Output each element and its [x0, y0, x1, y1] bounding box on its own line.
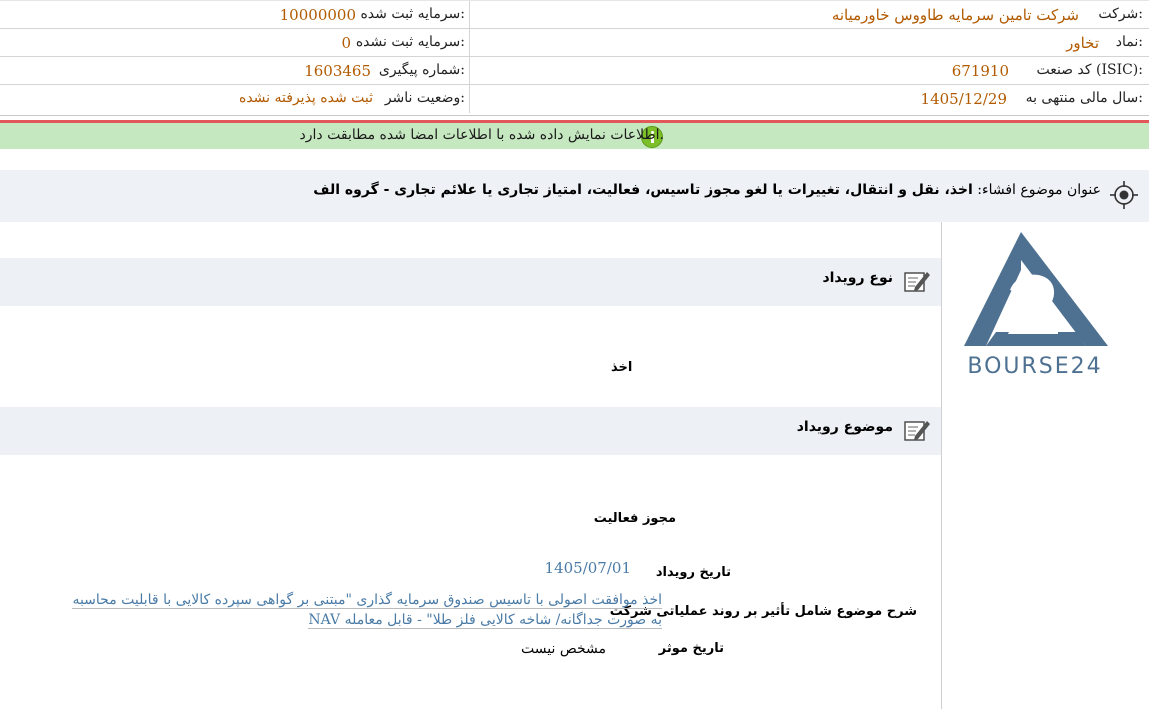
symbol-cell: نماد: تخاور [470, 29, 1149, 57]
tracking-value: 1603465 [304, 62, 371, 80]
registered-capital-value: 10000000 [279, 6, 356, 24]
publisher-status-cell: وضعیت ناشر: ثبت شده پذیرفته نشده [0, 85, 470, 113]
event-subject-section-header: موضوع رویداد [0, 407, 941, 455]
fiscal-year-value: 1405/12/29 [920, 90, 1007, 108]
publisher-status-label: وضعیت ناشر: [384, 90, 465, 106]
registered-capital-label: سرمایه ثبت شده: [360, 6, 465, 22]
isic-label: کد صنعت (ISIC): [1036, 62, 1143, 78]
info-row: نماد: تخاور سرمایه ثبت نشده: 0 [0, 28, 1149, 57]
effective-date-label: تاریخ موثر [658, 641, 724, 656]
logo-text: BOURSE24 [967, 354, 1102, 379]
event-subject-title: موضوع رویداد [796, 419, 893, 435]
bourse24-logo: BOURSE24 [964, 232, 1108, 379]
event-date-value: 1405/07/01 [544, 559, 631, 577]
company-cell: شرکت: شرکت تامین سرمایه طاووس خاورمیانه [470, 1, 1149, 29]
info-row: سال مالی منتهی به: 1405/12/29 وضعیت ناشر… [0, 84, 1149, 113]
isic-value: 671910 [951, 62, 1009, 80]
company-value: شرکت تامین سرمایه طاووس خاورمیانه [831, 6, 1079, 24]
info-row: کد صنعت (ISIC): 671910 شماره پیگیری: 160… [0, 56, 1149, 85]
event-date-label: تاریخ رویداد [655, 565, 731, 580]
description-value: اخذ موافقت اصولی با تاسیس صندوق سرمایه گ… [62, 590, 662, 630]
disclosure-subject: عنوان موضوع افشاء: اخذ، نقل و انتقال، تغ… [313, 182, 1101, 198]
notice-text: اطلاعات نمایش داده شده با اطلاعات امضا ش… [299, 127, 664, 143]
disclosure-subject-value: اخذ، نقل و انتقال، تغییرات یا لغو مجوز ت… [313, 182, 973, 198]
unregistered-capital-label: سرمایه ثبت نشده: [355, 34, 465, 50]
fiscal-year-cell: سال مالی منتهی به: 1405/12/29 [470, 85, 1149, 113]
target-icon [1110, 181, 1138, 209]
company-info-grid: شرکت: شرکت تامین سرمایه طاووس خاورمیانه … [0, 0, 1149, 116]
column-divider [941, 222, 942, 709]
symbol-value: تخاور [1066, 34, 1099, 52]
publisher-status-value: ثبت شده پذیرفته نشده [239, 90, 373, 106]
info-row: شرکت: شرکت تامین سرمایه طاووس خاورمیانه … [0, 0, 1149, 29]
event-subject-value: مجوز فعالیت [593, 511, 676, 526]
unregistered-capital-value: 0 [341, 34, 351, 52]
company-label: شرکت: [1098, 6, 1143, 22]
tracking-cell: شماره پیگیری: 1603465 [0, 57, 470, 85]
edit-note-icon [904, 421, 930, 441]
symbol-label: نماد: [1115, 34, 1143, 50]
effective-date-value: مشخص نیست [521, 641, 606, 657]
event-type-title: نوع رویداد [822, 270, 893, 286]
disclosure-subject-label: عنوان موضوع افشاء: [977, 182, 1101, 198]
description-text: اخذ موافقت اصولی با تاسیس صندوق سرمایه گ… [72, 592, 662, 629]
tracking-label: شماره پیگیری: [378, 62, 465, 78]
edit-note-icon [904, 272, 930, 292]
registered-capital-cell: سرمایه ثبت شده: 10000000 [0, 1, 470, 29]
disclosure-subject-bar: عنوان موضوع افشاء: اخذ، نقل و انتقال، تغ… [0, 170, 1149, 222]
unregistered-capital-cell: سرمایه ثبت نشده: 0 [0, 29, 470, 57]
event-type-section-header: نوع رویداد [0, 258, 941, 306]
fiscal-year-label: سال مالی منتهی به: [1025, 90, 1143, 106]
verification-notice: اطلاعات نمایش داده شده با اطلاعات امضا ش… [0, 123, 1149, 149]
isic-cell: کد صنعت (ISIC): 671910 [470, 57, 1149, 85]
event-type-value: اخذ [611, 360, 633, 375]
